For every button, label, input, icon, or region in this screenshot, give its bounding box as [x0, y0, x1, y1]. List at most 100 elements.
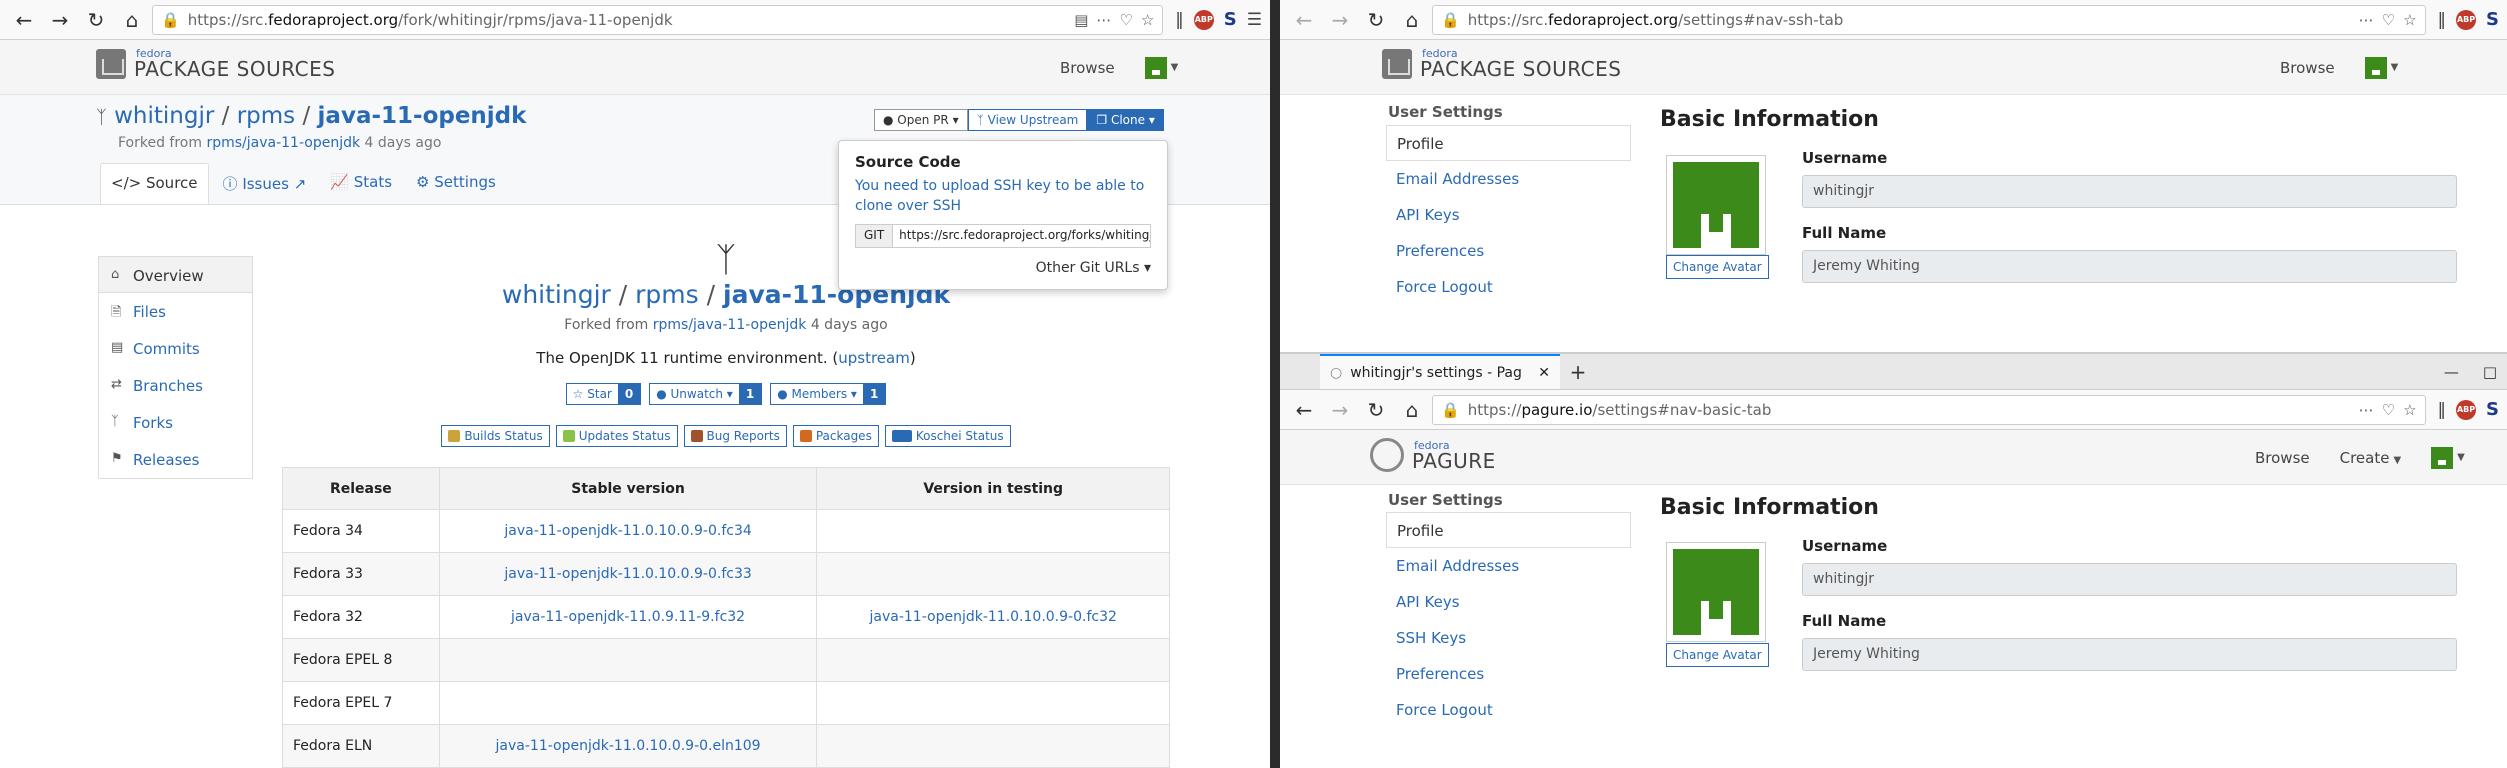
- site-logo[interactable]: fedora PAGURE: [1370, 438, 1496, 472]
- maximize-icon[interactable]: □: [2483, 363, 2497, 381]
- forked-from-link[interactable]: rpms/java-11-openjdk: [206, 135, 360, 151]
- builds-status-link[interactable]: Builds Status: [441, 425, 550, 447]
- settings-nav-profile[interactable]: Profile: [1386, 512, 1631, 548]
- star-button[interactable]: ☆ Star 0: [565, 383, 642, 405]
- sidenav-overview[interactable]: ⌂ Overview: [99, 256, 252, 293]
- settings-nav-force-logout[interactable]: Force Logout: [1386, 692, 1631, 728]
- adblock-icon[interactable]: ABP: [2456, 9, 2477, 30]
- settings-nav-email[interactable]: Email Addresses: [1386, 161, 1631, 197]
- git-url-field[interactable]: GIT https://src.fedoraproject.org/forks/…: [855, 224, 1151, 249]
- menu-icon[interactable]: ☰: [1247, 10, 1262, 30]
- browse-link[interactable]: Browse: [2255, 449, 2310, 467]
- home-button[interactable]: ⌂: [116, 4, 148, 36]
- browse-link[interactable]: Browse: [1060, 59, 1115, 77]
- watch-button[interactable]: ● Unwatch ▾ 1: [649, 383, 763, 405]
- settings-nav-api-keys[interactable]: API Keys: [1386, 197, 1631, 233]
- overview-user-link[interactable]: whitingjr: [502, 280, 611, 309]
- repo-user-link[interactable]: whitingjr: [114, 103, 214, 129]
- pocket-icon[interactable]: ♡: [2382, 401, 2395, 419]
- create-menu[interactable]: Create ▼: [2340, 449, 2402, 467]
- username-field[interactable]: whitingjr: [1802, 563, 2457, 596]
- page-actions-icon[interactable]: ⋯: [1096, 11, 1111, 29]
- forward-button[interactable]: →: [1324, 394, 1356, 426]
- library-icon[interactable]: ‖: [2438, 400, 2447, 420]
- settings-nav-preferences[interactable]: Preferences: [1386, 233, 1631, 269]
- change-avatar-button[interactable]: Change Avatar: [1666, 255, 1769, 279]
- reload-button[interactable]: ↻: [1360, 394, 1392, 426]
- extension-s-icon[interactable]: S: [2486, 399, 2499, 420]
- home-button[interactable]: ⌂: [1396, 4, 1428, 36]
- url-bar[interactable]: 🔒 https://pagure.io/settings#nav-basic-t…: [1432, 394, 2426, 425]
- updates-status-link[interactable]: Updates Status: [555, 425, 678, 447]
- change-avatar-button[interactable]: Change Avatar: [1666, 643, 1769, 667]
- url-bar[interactable]: 🔒 https://src.fedoraproject.org/fork/whi…: [152, 4, 1164, 35]
- settings-nav-ssh-keys[interactable]: SSH Keys: [1386, 620, 1631, 656]
- reload-button[interactable]: ↻: [1360, 4, 1392, 36]
- site-logo[interactable]: fedora PACKAGE SOURCES: [96, 48, 335, 79]
- user-menu[interactable]: ▼: [2364, 56, 2398, 79]
- koschei-status-link[interactable]: Koschei Status: [884, 425, 1011, 447]
- tab-source[interactable]: </> Source: [100, 163, 209, 204]
- stable-version-link[interactable]: java-11-openjdk-11.0.10.0.9-0.fc34: [504, 523, 751, 539]
- username-field[interactable]: whitingjr: [1802, 175, 2457, 208]
- sidenav-releases[interactable]: ⚑ Releases: [99, 441, 252, 478]
- sidenav-branches[interactable]: ⇄ Branches: [99, 367, 252, 404]
- pocket-icon[interactable]: ♡: [1119, 11, 1132, 29]
- stable-version-link[interactable]: java-11-openjdk-11.0.9.11-9.fc32: [511, 609, 745, 625]
- open-pr-button[interactable]: ● Open PR ▾: [874, 109, 968, 131]
- browse-link[interactable]: Browse: [2280, 59, 2335, 77]
- tab-stats[interactable]: 📈 Stats: [320, 163, 402, 204]
- stable-version-link[interactable]: java-11-openjdk-11.0.10.0.9-0.eln109: [496, 738, 761, 754]
- window-divider[interactable]: [1270, 0, 1280, 768]
- forward-button[interactable]: →: [44, 4, 76, 36]
- ssh-key-message-link[interactable]: You need to upload SSH key to be able to…: [855, 177, 1151, 216]
- settings-nav-force-logout[interactable]: Force Logout: [1386, 269, 1631, 305]
- site-logo[interactable]: fedora PACKAGE SOURCES: [1382, 48, 1621, 79]
- settings-nav-email[interactable]: Email Addresses: [1386, 548, 1631, 584]
- back-button[interactable]: ←: [8, 4, 40, 36]
- other-git-urls-toggle[interactable]: Other Git URLs ▾: [855, 260, 1151, 276]
- user-menu[interactable]: ▼: [1144, 56, 1178, 79]
- members-button[interactable]: ● Members ▾ 1: [770, 383, 887, 405]
- user-menu[interactable]: ▼: [2431, 446, 2465, 469]
- bookmark-star-icon[interactable]: ☆: [2403, 11, 2416, 29]
- extension-s-icon[interactable]: S: [2486, 9, 2499, 30]
- upstream-link[interactable]: upstream: [838, 349, 910, 367]
- library-icon[interactable]: ‖: [1175, 10, 1184, 30]
- page-actions-icon[interactable]: ⋯: [2359, 401, 2374, 419]
- testing-version-link[interactable]: java-11-openjdk-11.0.10.0.9-0.fc32: [870, 609, 1117, 625]
- bug-reports-link[interactable]: Bug Reports: [683, 425, 787, 447]
- view-upstream-button[interactable]: ᛉ View Upstream: [967, 109, 1088, 131]
- page-actions-icon[interactable]: ⋯: [2359, 11, 2374, 29]
- reader-view-icon[interactable]: ▤: [1074, 11, 1088, 29]
- forward-button[interactable]: →: [1324, 4, 1356, 36]
- fullname-field[interactable]: Jeremy Whiting: [1802, 250, 2457, 283]
- adblock-icon[interactable]: ABP: [2456, 399, 2477, 420]
- browser-tab[interactable]: ○ whitingjr's settings - Pag ✕: [1320, 354, 1560, 389]
- back-button[interactable]: ←: [1288, 4, 1320, 36]
- pocket-icon[interactable]: ♡: [2382, 11, 2395, 29]
- settings-nav-preferences[interactable]: Preferences: [1386, 656, 1631, 692]
- reload-button[interactable]: ↻: [80, 4, 112, 36]
- bookmark-star-icon[interactable]: ☆: [2403, 401, 2416, 419]
- new-tab-button[interactable]: +: [1560, 354, 1596, 389]
- repo-name-link[interactable]: java-11-openjdk: [318, 103, 527, 129]
- extension-s-icon[interactable]: S: [1224, 9, 1237, 30]
- sidenav-files[interactable]: 🗎 Files: [99, 293, 252, 330]
- overview-namespace-link[interactable]: rpms: [635, 280, 699, 309]
- clone-button[interactable]: ❐ Clone ▾: [1087, 109, 1164, 131]
- back-button[interactable]: ←: [1288, 394, 1320, 426]
- tab-settings[interactable]: ⚙ Settings: [406, 163, 506, 204]
- bookmark-star-icon[interactable]: ☆: [1141, 11, 1154, 29]
- repo-namespace-link[interactable]: rpms: [237, 103, 295, 129]
- settings-nav-api-keys[interactable]: API Keys: [1386, 584, 1631, 620]
- git-url-value[interactable]: https://src.fedoraproject.org/forks/whit…: [893, 225, 1150, 247]
- tab-issues[interactable]: ⓘ Issues ↗: [213, 163, 317, 204]
- packages-link[interactable]: Packages: [792, 425, 879, 447]
- sidenav-commits[interactable]: ▤ Commits: [99, 330, 252, 367]
- close-tab-icon[interactable]: ✕: [1538, 365, 1550, 381]
- settings-nav-profile[interactable]: Profile: [1386, 125, 1631, 161]
- stable-version-link[interactable]: java-11-openjdk-11.0.10.0.9-0.fc33: [504, 566, 751, 582]
- fullname-field[interactable]: Jeremy Whiting: [1802, 638, 2457, 671]
- sidenav-forks[interactable]: ᛉ Forks: [99, 404, 252, 441]
